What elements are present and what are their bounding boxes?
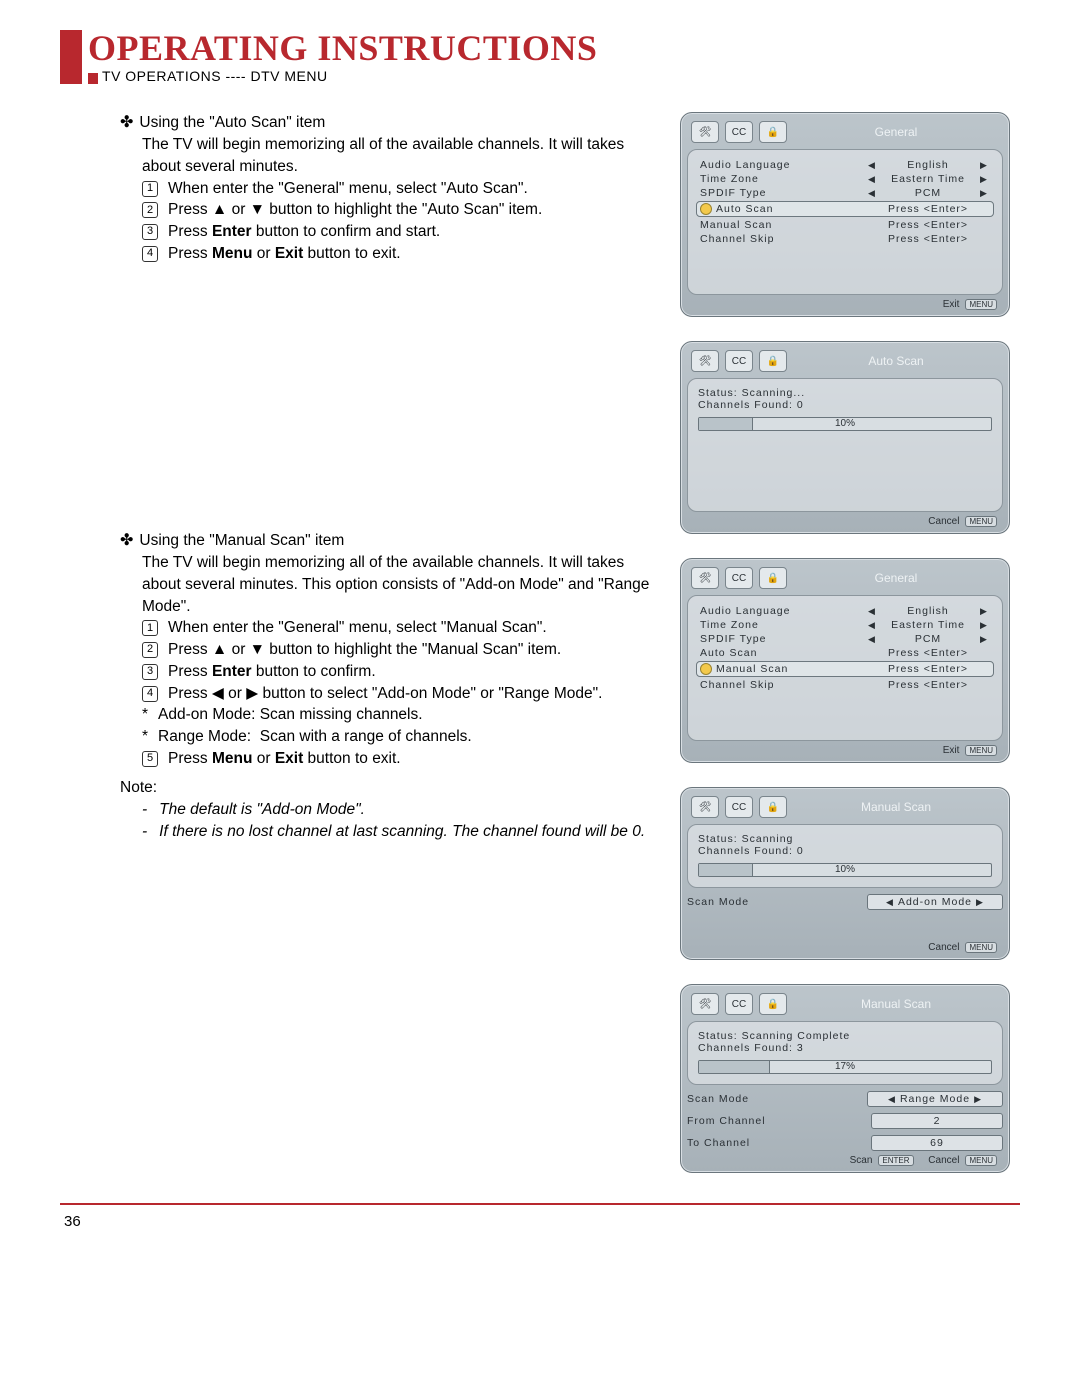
tool-icon: 🛠 (691, 993, 719, 1015)
page-subtitle: ▮TV OPERATIONS ---- DTV MENU (88, 68, 597, 84)
from-channel-value[interactable]: 2 (871, 1113, 1003, 1129)
header-red-block (60, 30, 82, 84)
osd-general-manualscan: 🛠 CC 🔒 General Audio Language◀English▶ T… (680, 558, 1010, 763)
menu-button-icon: MENU (965, 1155, 997, 1166)
cc-icon: CC (725, 121, 753, 143)
scan-mode-selector[interactable]: ◀Add-on Mode▶ (867, 894, 1003, 910)
auto-scan-row[interactable]: Auto ScanPress <Enter> (696, 201, 994, 217)
menu-button-icon: MENU (965, 745, 997, 756)
page-number: 36 (60, 1213, 1020, 1230)
selection-dot-icon (700, 663, 712, 675)
progress-bar: 10% (698, 863, 992, 877)
osd-title: General (793, 122, 999, 142)
lock-icon: 🔒 (759, 350, 787, 372)
lock-icon: 🔒 (759, 567, 787, 589)
osd-general-autoscan: 🛠 CC 🔒 General Audio Language◀English▶ T… (680, 112, 1010, 317)
cc-icon: CC (725, 993, 753, 1015)
tool-icon: 🛠 (691, 567, 719, 589)
section1-heading: Using the "Auto Scan" item (139, 112, 325, 134)
cc-icon: CC (725, 350, 753, 372)
section2-heading: Using the "Manual Scan" item (139, 530, 344, 552)
step-2: 2 (142, 202, 158, 218)
osd-manual-addon: 🛠 CC 🔒 Manual Scan Status: Scanning Chan… (680, 787, 1010, 960)
enter-button-icon: ENTER (878, 1155, 913, 1166)
note-label: Note: (120, 777, 650, 799)
bullet-icon: ✤ (120, 112, 133, 134)
page-title: OPERATING INSTRUCTIONS (88, 30, 597, 66)
osd-manual-range: 🛠 CC 🔒 Manual Scan Status: Scanning Comp… (680, 984, 1010, 1173)
section2-intro: The TV will begin memorizing all of the … (142, 552, 650, 617)
scan-status: Status: Scanning... (698, 387, 992, 399)
menu-button-icon: MENU (965, 516, 997, 527)
tool-icon: 🛠 (691, 796, 719, 818)
selection-dot-icon (700, 203, 712, 215)
section1-intro: The TV will begin memorizing all of the … (142, 134, 650, 177)
bullet-icon: ✤ (120, 530, 133, 552)
cc-icon: CC (725, 567, 753, 589)
to-channel-value[interactable]: 69 (871, 1135, 1003, 1151)
cc-icon: CC (725, 796, 753, 818)
progress-bar: 17% (698, 1060, 992, 1074)
menu-button-icon: MENU (965, 299, 997, 310)
scan-mode-selector[interactable]: ◀Range Mode▶ (867, 1091, 1003, 1107)
lock-icon: 🔒 (759, 796, 787, 818)
lock-icon: 🔒 (759, 993, 787, 1015)
footer-rule (60, 1203, 1020, 1205)
tool-icon: 🛠 (691, 121, 719, 143)
step-3: 3 (142, 224, 158, 240)
tool-icon: 🛠 (691, 350, 719, 372)
channels-found: Channels Found: 0 (698, 399, 992, 411)
menu-button-icon: MENU (965, 942, 997, 953)
progress-bar: 10% (698, 417, 992, 431)
lock-icon: 🔒 (759, 121, 787, 143)
manual-scan-row[interactable]: Manual ScanPress <Enter> (696, 661, 994, 677)
osd-autoscan-progress: 🛠 CC 🔒 Auto Scan Status: Scanning... Cha… (680, 341, 1010, 534)
step-1: 1 (142, 181, 158, 197)
step-4: 4 (142, 246, 158, 262)
